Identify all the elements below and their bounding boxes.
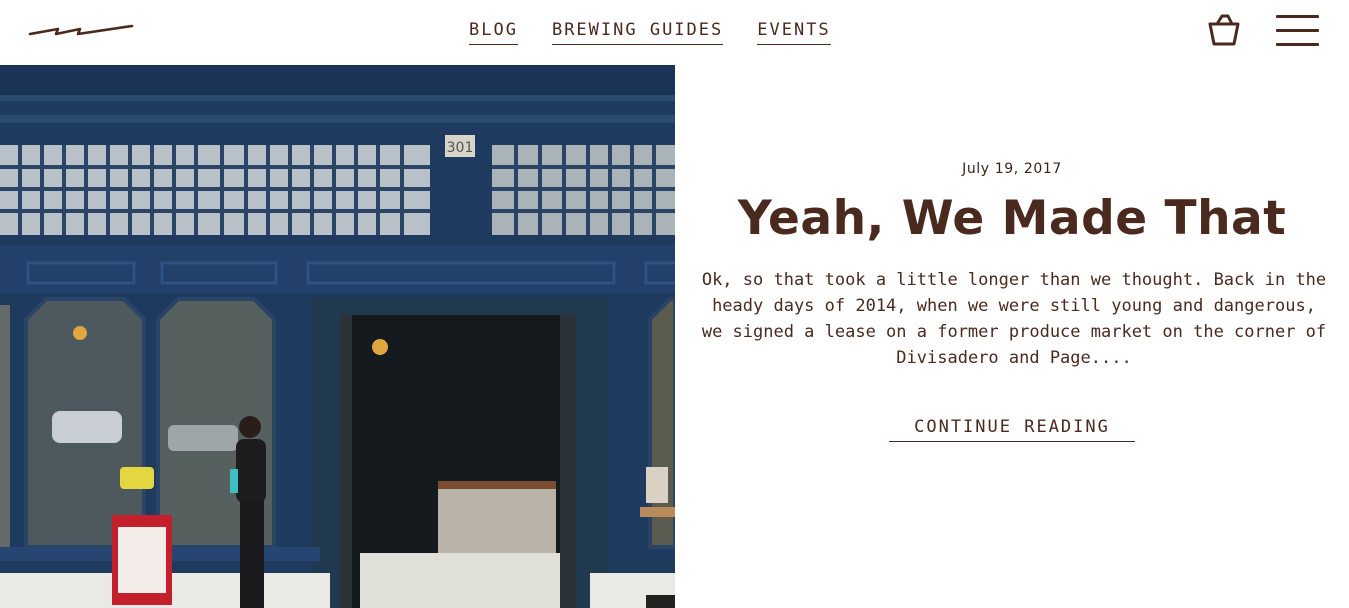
continue-reading-link[interactable]: CONTINUE READING [889,415,1135,442]
nav-events[interactable]: EVENTS [757,19,831,45]
address-number: 301 [447,140,474,156]
storefront-photo: 301 [0,65,675,608]
blog-post-preview: July 19, 2017 Yeah, We Made That Ok, so … [675,65,1349,608]
post-excerpt: Ok, so that took a little longer than we… [701,270,1327,368]
post-title[interactable]: Yeah, We Made That [675,188,1349,250]
basket-icon[interactable] [1206,13,1242,47]
nav-brewing-guides[interactable]: BREWING GUIDES [551,19,724,45]
nav-blog[interactable]: BLOG [469,19,518,45]
main-nav: BLOG BREWING GUIDES EVENTS [469,19,831,45]
hamburger-menu-icon[interactable] [1276,15,1319,47]
post-date: July 19, 2017 [962,161,1062,177]
squiggle-logo-icon [28,24,134,36]
site-header: BLOG BREWING GUIDES EVENTS [0,0,1349,65]
